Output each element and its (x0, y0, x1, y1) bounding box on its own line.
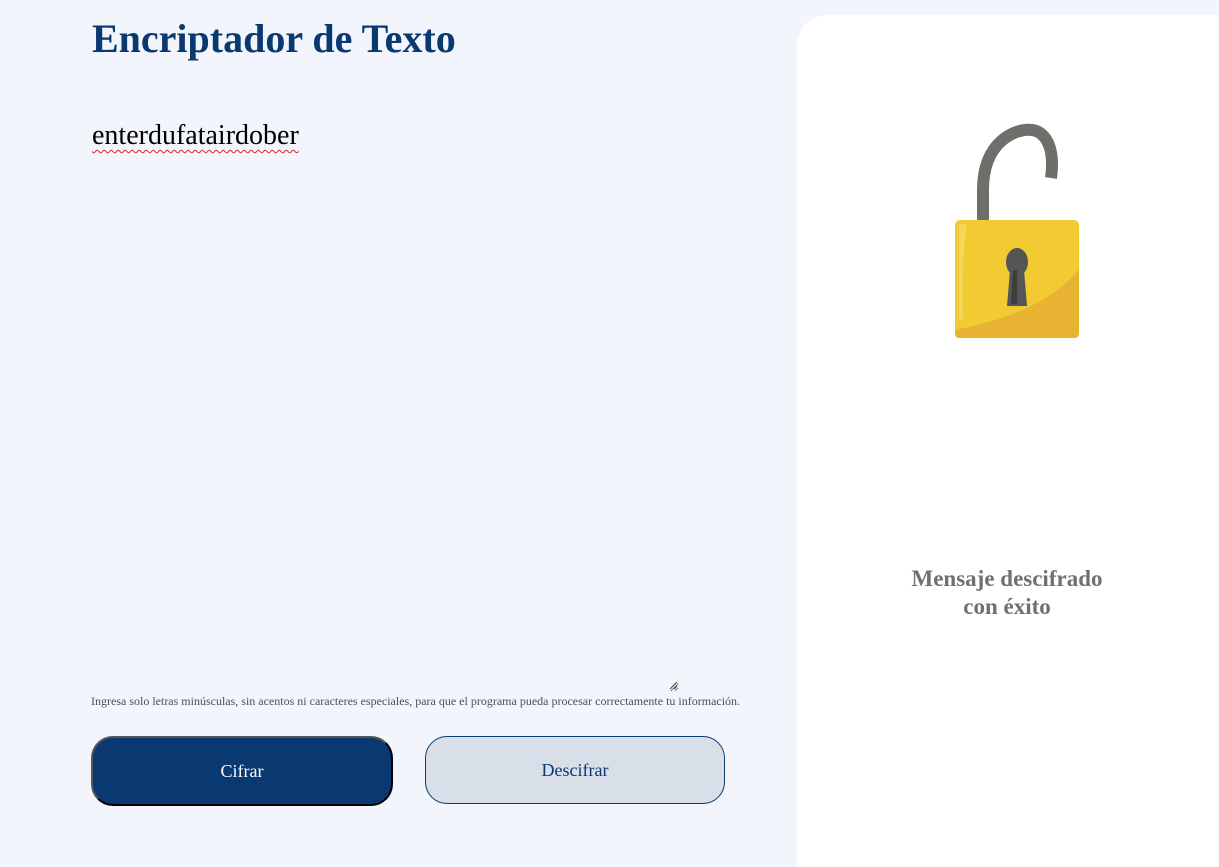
text-input[interactable] (91, 110, 679, 692)
page-title: Encriptador de Texto (92, 16, 456, 61)
result-panel: Mensaje descifrado con éxito (797, 15, 1219, 867)
result-message-line1: Mensaje descifrado (911, 566, 1103, 591)
resize-grip-icon[interactable] (668, 680, 678, 690)
unlocked-padlock-icon (955, 123, 1079, 338)
decrypt-button[interactable]: Descifrar (425, 736, 725, 804)
page: Encriptador de Texto enterdufatairdober … (0, 0, 1219, 867)
result-message: Mensaje descifrado con éxito (797, 565, 1219, 621)
encrypt-button[interactable]: Cifrar (91, 736, 393, 806)
input-hint: Ingresa solo letras minúsculas, sin acen… (91, 694, 741, 708)
result-message-line2: con éxito (963, 594, 1051, 619)
